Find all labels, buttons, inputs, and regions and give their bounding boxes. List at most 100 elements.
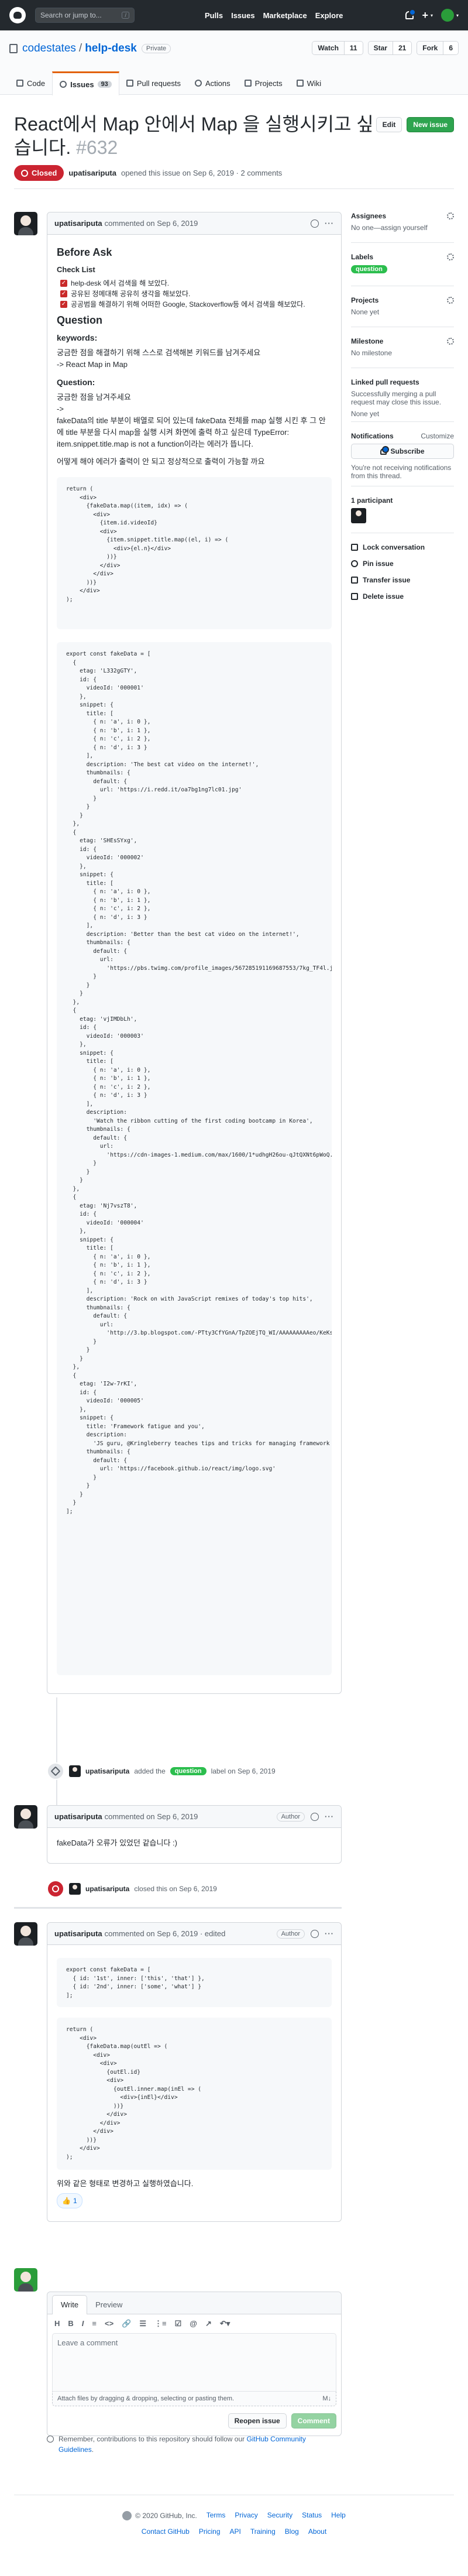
footer-link-terms[interactable]: Terms bbox=[207, 2511, 226, 2520]
bullet-list-icon[interactable]: ☰ bbox=[139, 2319, 146, 2328]
new-issue-button[interactable]: New issue bbox=[407, 117, 454, 132]
footer-link-status[interactable]: Status bbox=[302, 2511, 322, 2520]
tab-actions[interactable]: Actions bbox=[188, 71, 238, 95]
lock-conversation-button[interactable]: Lock conversation bbox=[351, 543, 454, 551]
gear-icon[interactable] bbox=[447, 338, 454, 345]
more-options-icon[interactable]: ··· bbox=[325, 219, 334, 228]
bold-icon[interactable]: B bbox=[68, 2319, 73, 2328]
comment-author[interactable]: upatisariputa bbox=[54, 219, 102, 228]
tab-write[interactable]: Write bbox=[52, 2295, 88, 2314]
edit-title-button[interactable]: Edit bbox=[376, 117, 402, 132]
fork-button[interactable]: Fork 6 bbox=[417, 41, 459, 55]
footer-link-help[interactable]: Help bbox=[331, 2511, 346, 2520]
delete-issue-button[interactable]: Delete issue bbox=[351, 592, 454, 601]
nav-explore[interactable]: Explore bbox=[315, 11, 343, 20]
footer-link-training[interactable]: Training bbox=[250, 2527, 276, 2536]
add-reaction-icon[interactable] bbox=[311, 1929, 319, 1938]
comment-button[interactable]: Comment bbox=[291, 2413, 336, 2428]
comment-author[interactable]: upatisariputa bbox=[54, 1812, 102, 1821]
customize-link[interactable]: Customize bbox=[421, 432, 454, 440]
nav-marketplace[interactable]: Marketplace bbox=[263, 11, 307, 20]
comment-author-avatar[interactable] bbox=[14, 212, 37, 235]
numbered-list-icon[interactable]: ⋮≡ bbox=[154, 2319, 167, 2328]
footer-link-privacy[interactable]: Privacy bbox=[235, 2511, 257, 2520]
notifications-bell-icon[interactable] bbox=[405, 9, 417, 19]
tab-code[interactable]: Code bbox=[9, 71, 52, 95]
mention-icon[interactable]: @ bbox=[190, 2319, 197, 2328]
tab-pull-requests[interactable]: Pull requests bbox=[119, 71, 188, 95]
checkbox-checked-icon: ✓ bbox=[60, 280, 67, 287]
comment-textarea[interactable]: Leave a comment bbox=[52, 2333, 336, 2392]
comment-date[interactable]: commented on Sep 6, 2019 bbox=[105, 219, 198, 228]
event-actor[interactable]: upatisariputa bbox=[85, 1767, 129, 1775]
current-user-avatar[interactable] bbox=[14, 2268, 37, 2292]
create-new-caret-icon[interactable]: ▾ bbox=[431, 13, 433, 18]
user-menu-caret-icon[interactable]: ▾ bbox=[456, 13, 459, 18]
attach-files-area[interactable]: Attach files by dragging & dropping, sel… bbox=[52, 2392, 336, 2406]
reopen-issue-button[interactable]: Reopen issue bbox=[228, 2413, 287, 2428]
nav-issues[interactable]: Issues bbox=[231, 11, 254, 20]
assignees-value[interactable]: No one—assign yourself bbox=[351, 224, 454, 232]
star-button[interactable]: Star 21 bbox=[367, 41, 412, 55]
thumbs-up-reaction[interactable]: 👍 1 bbox=[57, 2193, 82, 2208]
more-options-icon[interactable]: ··· bbox=[325, 1929, 334, 1938]
question-label[interactable]: question bbox=[170, 1767, 207, 1775]
gear-icon[interactable] bbox=[447, 297, 454, 304]
search-input[interactable]: Search or jump to... / bbox=[35, 8, 135, 23]
more-options-icon[interactable]: ··· bbox=[325, 1812, 334, 1821]
tab-preview[interactable]: Preview bbox=[87, 2296, 130, 2314]
github-logo-icon[interactable] bbox=[9, 7, 26, 23]
comment-date[interactable]: commented on Sep 6, 2019 · edited bbox=[105, 1929, 226, 1938]
footer-link-api[interactable]: API bbox=[230, 2527, 241, 2536]
markdown-icon[interactable]: M↓ bbox=[322, 2395, 331, 2402]
nav-pulls[interactable]: Pulls bbox=[205, 11, 223, 20]
issue-author-link[interactable]: upatisariputa bbox=[68, 169, 116, 177]
watch-button[interactable]: Watch 11 bbox=[312, 41, 363, 55]
gear-icon[interactable] bbox=[447, 212, 454, 219]
task-list-icon[interactable]: ☑ bbox=[175, 2319, 182, 2328]
add-reaction-icon[interactable] bbox=[311, 219, 319, 228]
checklist-item-text: help-desk 에서 검색을 해 보았다. bbox=[71, 279, 170, 287]
footer-link-about[interactable]: About bbox=[308, 2527, 326, 2536]
gear-icon[interactable] bbox=[447, 253, 454, 260]
github-logo-icon[interactable] bbox=[122, 2511, 132, 2520]
participant-avatar[interactable] bbox=[351, 508, 366, 523]
star-count[interactable]: 21 bbox=[392, 42, 412, 54]
comment-author[interactable]: upatisariputa bbox=[54, 1929, 102, 1938]
watch-count[interactable]: 11 bbox=[343, 42, 363, 54]
saved-replies-icon[interactable]: ↶▾ bbox=[220, 2319, 230, 2328]
pin-issue-button[interactable]: Pin issue bbox=[351, 560, 454, 568]
transfer-issue-button[interactable]: Transfer issue bbox=[351, 576, 454, 584]
comment-date[interactable]: commented on Sep 6, 2019 bbox=[105, 1812, 198, 1821]
repo-owner-link[interactable]: codestates bbox=[22, 42, 76, 55]
question-label[interactable]: question bbox=[351, 265, 387, 273]
repo-name-link[interactable]: help-desk bbox=[85, 42, 137, 55]
labels-title[interactable]: Labels bbox=[351, 253, 373, 261]
user-avatar[interactable] bbox=[441, 9, 454, 22]
quote-icon[interactable]: ≡ bbox=[92, 2319, 97, 2328]
tab-wiki[interactable]: Wiki bbox=[290, 71, 329, 95]
footer-link-security[interactable]: Security bbox=[267, 2511, 292, 2520]
projects-title[interactable]: Projects bbox=[351, 296, 378, 304]
subscribe-button[interactable]: Subscribe bbox=[351, 444, 454, 459]
tab-projects[interactable]: Projects bbox=[238, 71, 290, 95]
event-actor[interactable]: upatisariputa bbox=[85, 1885, 129, 1893]
fork-count[interactable]: 6 bbox=[443, 42, 458, 54]
code-icon[interactable]: <> bbox=[105, 2319, 113, 2328]
italic-icon[interactable]: I bbox=[82, 2319, 84, 2328]
event-actor-avatar[interactable] bbox=[69, 1765, 81, 1777]
footer-link-contact[interactable]: Contact GitHub bbox=[142, 2527, 190, 2536]
event-actor-avatar[interactable] bbox=[69, 1883, 81, 1895]
comment-author-avatar[interactable] bbox=[14, 1922, 37, 1946]
tab-issues[interactable]: Issues 93 bbox=[52, 71, 119, 95]
link-icon[interactable]: 🔗 bbox=[122, 2319, 131, 2328]
assignees-title[interactable]: Assignees bbox=[351, 212, 386, 220]
add-reaction-icon[interactable] bbox=[311, 1812, 319, 1821]
comment-author-avatar[interactable] bbox=[14, 1805, 37, 1829]
footer-link-pricing[interactable]: Pricing bbox=[199, 2527, 221, 2536]
footer-link-blog[interactable]: Blog bbox=[285, 2527, 299, 2536]
reference-icon[interactable]: ↗ bbox=[205, 2319, 212, 2328]
milestone-title[interactable]: Milestone bbox=[351, 337, 383, 345]
create-new-plus-icon[interactable]: + bbox=[422, 9, 428, 22]
heading-icon[interactable]: H bbox=[54, 2319, 60, 2328]
